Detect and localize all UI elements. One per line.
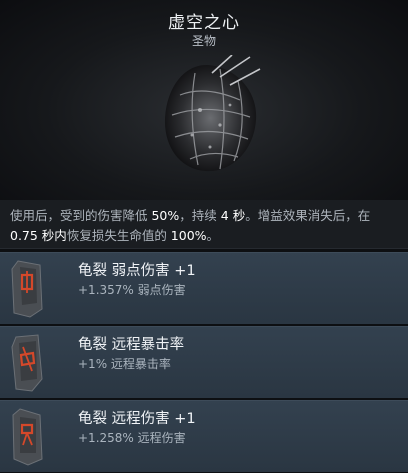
desc-text-2: ，持续 — [179, 208, 221, 223]
desc-value-recovery-percent: 100% — [170, 228, 207, 243]
trait-bonus: +1.357% 弱点伤害 — [78, 283, 186, 297]
trait-bonus: +1.258% 远程伤害 — [78, 431, 186, 445]
desc-value-recovery-time: 0.75 秒内 — [10, 228, 67, 243]
trait-entry-weakspot-damage[interactable]: 龟裂 弱点伤害 +1 +1.357% 弱点伤害 — [0, 252, 408, 324]
trait-title: 龟裂 远程伤害 +1 — [78, 411, 196, 427]
trait-entry-ranged-damage[interactable]: 龟裂 远程伤害 +1 +1.258% 远程伤害 — [0, 400, 408, 472]
rune-stone-icon — [11, 260, 43, 318]
void-heart-relic-icon — [164, 55, 261, 172]
desc-text-1: 使用后，受到的伤害降低 — [10, 208, 152, 223]
desc-text-3: 。增益效果消失后，在 — [245, 208, 371, 223]
desc-text-5: 。 — [206, 228, 220, 243]
trait-bonus: +1% 远程暴击率 — [78, 357, 171, 371]
desc-value-damage-reduction: 50% — [151, 208, 180, 223]
trait-title: 龟裂 远程暴击率 — [78, 337, 185, 353]
trait-entry-ranged-crit-rate[interactable]: 龟裂 远程暴击率 +1% 远程暴击率 — [0, 326, 408, 398]
desc-text-4: 恢复损失生命值的 — [66, 228, 171, 243]
item-name: 虚空之心 — [168, 13, 240, 33]
item-header: 虚空之心 圣物 — [0, 0, 408, 200]
item-description: 使用后，受到的伤害降低 50%，持续 4 秒。增益效果消失后，在 0.75 秒内… — [0, 200, 408, 249]
rune-stone-icon — [12, 408, 43, 466]
desc-value-duration: 4 秒 — [220, 208, 246, 223]
item-category: 圣物 — [191, 34, 216, 48]
rune-stone-icon — [11, 334, 43, 392]
trait-title: 龟裂 弱点伤害 +1 — [78, 263, 196, 279]
